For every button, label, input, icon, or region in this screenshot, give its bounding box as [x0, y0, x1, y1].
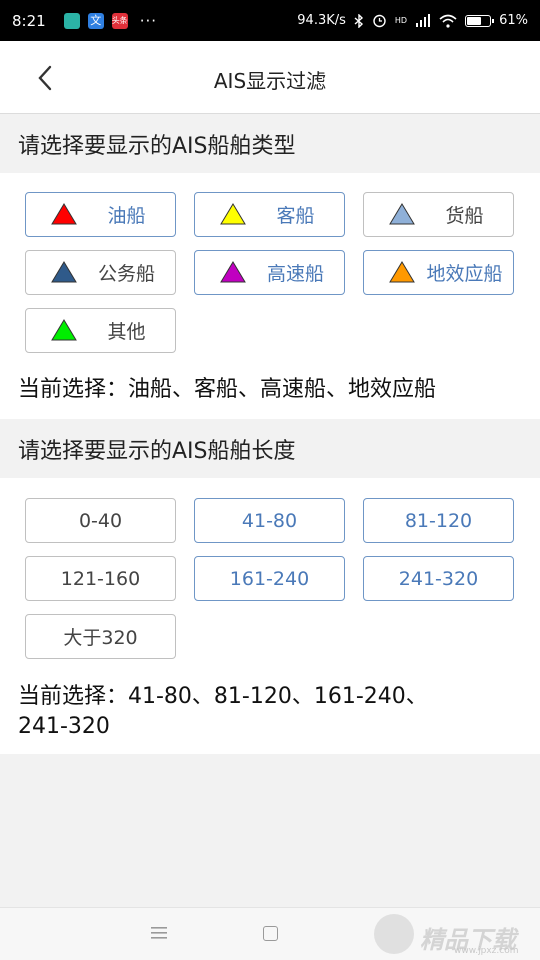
ship-length-option-2[interactable]: 81-120 — [363, 498, 514, 543]
alarm-icon — [373, 14, 386, 28]
ship-length-option-3[interactable]: 121-160 — [25, 556, 176, 601]
ship-length-option-5[interactable]: 241-320 — [363, 556, 514, 601]
watermark-logo-icon — [374, 914, 414, 954]
ship-triangle-icon — [51, 319, 77, 341]
watermark-sub: www.jpxz.com — [454, 946, 519, 956]
app-icon-teal — [63, 12, 80, 29]
ship-type-current-selection: 当前选择：油船、客船、高速船、地效应船 — [18, 377, 437, 402]
wifi-icon — [439, 14, 457, 28]
ship-length-current-selection-line1: 当前选择：41-80、81-120、161-240、 — [18, 684, 428, 709]
network-speed: 94.3K/s — [297, 13, 346, 28]
ship-type-option-label: 高速船 — [266, 263, 324, 285]
ship-triangle-icon — [51, 203, 77, 225]
ship-triangle-icon — [389, 203, 415, 225]
ship-triangle-icon — [220, 203, 246, 225]
ship-type-option-label: 地效应船 — [426, 263, 503, 285]
ship-length-section-title: 请选择要显示的AIS船舶长度 — [0, 420, 540, 478]
ship-type-panel: 油船 客船 货船公务船 高速船 地效应船其他 当前选择：油船、客船、高速船、地效应船 — [0, 173, 540, 419]
ship-type-option-3[interactable]: 公务船 — [25, 250, 176, 295]
ship-type-section-title: 请选择要显示的AIS船舶类型 — [0, 115, 540, 173]
status-time: 8:21 — [12, 11, 46, 30]
ship-length-option-0[interactable]: 0-40 — [25, 498, 176, 543]
battery-icon — [465, 14, 495, 27]
more-notifications-icon: ··· — [139, 11, 157, 30]
cell-signal-icon — [416, 14, 431, 27]
ship-type-option-label: 油船 — [107, 205, 146, 227]
bluetooth-icon — [354, 13, 363, 28]
ship-type-option-label: 其他 — [107, 321, 146, 343]
ship-type-option-0[interactable]: 油船 — [25, 192, 176, 237]
app-icon-blue: 文 — [87, 12, 104, 29]
app-header: AIS显示过滤 — [0, 41, 540, 114]
ship-type-option-label: 客船 — [276, 205, 315, 227]
ship-type-option-6[interactable]: 其他 — [25, 308, 176, 353]
ship-length-option-1[interactable]: 41-80 — [194, 498, 345, 543]
signal-hd-icon: HD — [394, 15, 408, 25]
home-square-icon[interactable] — [263, 926, 278, 941]
ship-length-panel: 0-40 41-80 81-120 121-160 161-240 241-320 大于32… — [0, 478, 540, 754]
ship-type-option-4[interactable]: 高速船 — [194, 250, 345, 295]
ship-type-option-label: 公务船 — [97, 263, 155, 285]
ship-length-option-6[interactable]: 大于320 — [25, 614, 176, 659]
page-title: AIS显示过滤 — [213, 69, 327, 93]
ship-length-current-selection-line2: 241-320 — [18, 714, 110, 739]
app-icon-red: 头条 — [111, 12, 128, 29]
status-bar: 8:21 文 头条 ··· 94.3K/s HD 61% — [0, 0, 540, 41]
menu-icon[interactable] — [150, 926, 168, 940]
ship-type-option-1[interactable]: 客船 — [194, 192, 345, 237]
watermark: 精品下载 www.jpxz.com — [374, 914, 534, 958]
ship-triangle-icon — [220, 261, 246, 283]
ship-length-option-4[interactable]: 161-240 — [194, 556, 345, 601]
ship-triangle-icon — [51, 261, 77, 283]
ship-type-option-2[interactable]: 货船 — [363, 192, 514, 237]
ship-type-option-label: 货船 — [445, 205, 484, 227]
battery-percent: 61% — [499, 13, 528, 28]
ship-triangle-icon — [389, 261, 415, 283]
system-nav-bar: 精品下载 www.jpxz.com — [0, 907, 540, 960]
ship-type-option-5[interactable]: 地效应船 — [363, 250, 514, 295]
